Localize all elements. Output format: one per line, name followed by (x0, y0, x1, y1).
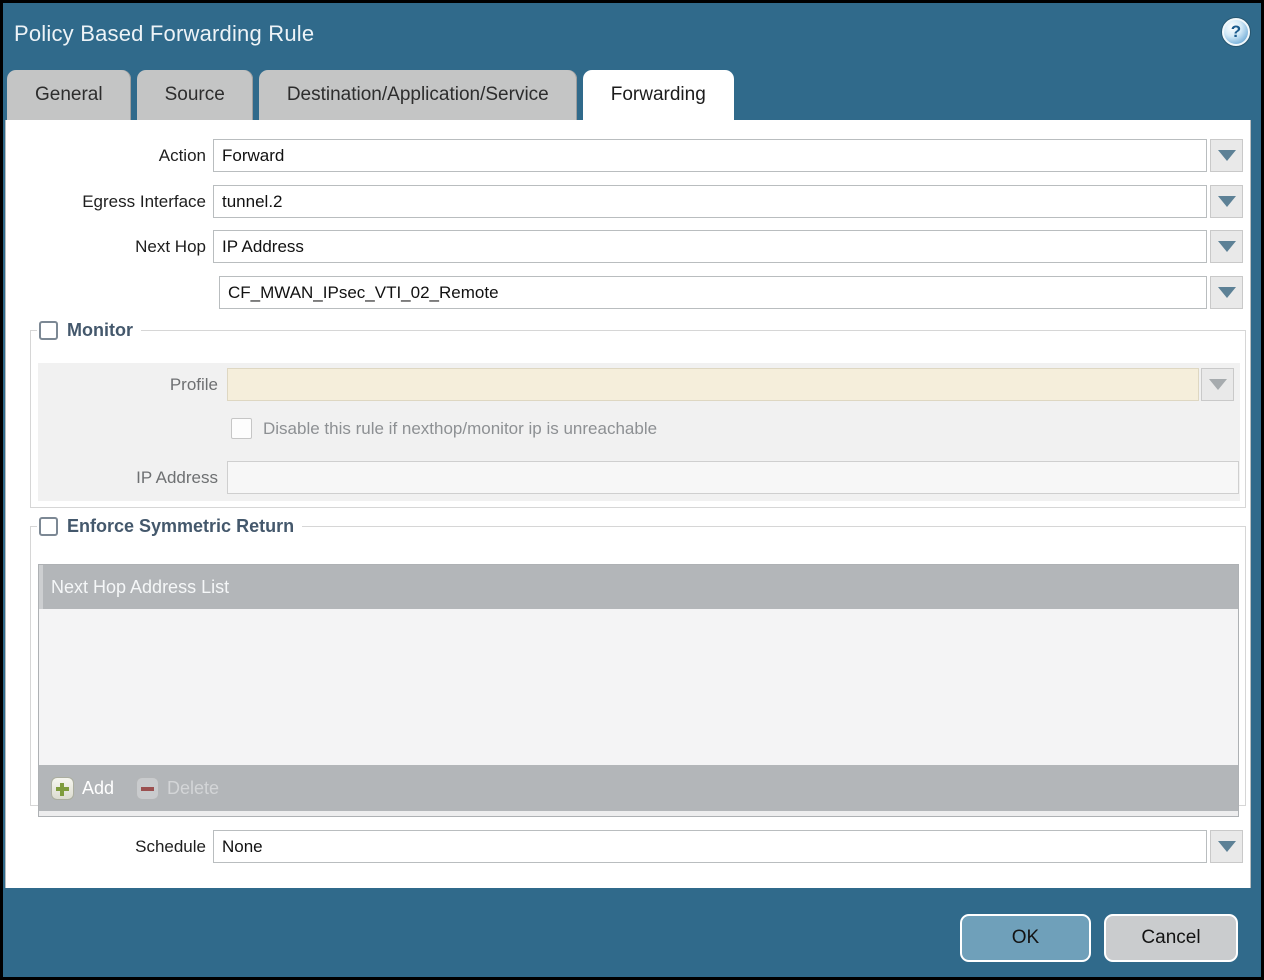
enforce-symmetric-return-label: Enforce Symmetric Return (67, 516, 294, 537)
next-hop-address-input[interactable] (219, 276, 1207, 309)
enforce-symmetric-return-legend: Enforce Symmetric Return (37, 516, 302, 537)
tab-bar: General Source Destination/Application/S… (7, 70, 734, 120)
profile-label: Profile (31, 368, 218, 401)
add-button[interactable]: Add (51, 777, 114, 800)
tab-source[interactable]: Source (137, 70, 253, 120)
tab-general[interactable]: General (7, 70, 131, 120)
chevron-down-icon (1218, 241, 1236, 252)
enforce-symmetric-return-section: Enforce Symmetric Return Next Hop Addres… (30, 516, 1246, 806)
monitor-legend-label: Monitor (67, 320, 133, 341)
dialog-title: Policy Based Forwarding Rule (14, 21, 314, 47)
chevron-down-icon (1218, 150, 1236, 161)
next-hop-address-list-column-header[interactable]: Next Hop Address List (39, 565, 1238, 609)
forwarding-tab-panel: Action Egress Interface Next Hop Monitor… (5, 120, 1251, 888)
action-dropdown-button[interactable] (1210, 139, 1243, 172)
enforce-symmetric-return-checkbox[interactable] (39, 517, 58, 536)
delete-button: Delete (136, 777, 219, 800)
policy-based-forwarding-dialog: Policy Based Forwarding Rule ? General S… (3, 3, 1261, 977)
help-icon[interactable]: ? (1222, 18, 1250, 46)
next-hop-address-dropdown-button[interactable] (1210, 276, 1243, 309)
egress-interface-dropdown-button[interactable] (1210, 185, 1243, 218)
ok-button[interactable]: OK (960, 914, 1091, 962)
cancel-button[interactable]: Cancel (1104, 914, 1238, 962)
next-hop-label: Next Hop (6, 230, 206, 263)
grid-bottom-strip (39, 811, 1238, 816)
chevron-down-icon (1218, 287, 1236, 298)
schedule-dropdown-button[interactable] (1210, 830, 1243, 863)
tab-forwarding[interactable]: Forwarding (583, 70, 734, 120)
monitor-ip-address-label: IP Address (31, 461, 218, 494)
help-glyph: ? (1231, 22, 1241, 42)
monitor-section: Monitor Profile Disable this rule if nex… (30, 320, 1246, 508)
profile-dropdown-button (1201, 368, 1234, 401)
tab-destination-application-service[interactable]: Destination/Application/Service (259, 70, 577, 120)
action-label: Action (6, 139, 206, 172)
disable-rule-label: Disable this rule if nexthop/monitor ip … (263, 418, 657, 440)
schedule-label: Schedule (6, 830, 206, 863)
next-hop-address-grid: Next Hop Address List Add Delete (38, 564, 1239, 817)
add-button-label: Add (82, 778, 114, 799)
profile-input (227, 368, 1199, 401)
delete-button-label: Delete (167, 778, 219, 799)
chevron-down-icon (1209, 379, 1227, 390)
monitor-legend: Monitor (37, 320, 141, 341)
monitor-ip-address-input (227, 461, 1239, 494)
grid-toolbar: Add Delete (39, 765, 1238, 811)
delete-icon (136, 777, 159, 800)
disable-rule-checkbox (231, 418, 252, 439)
egress-interface-label: Egress Interface (6, 185, 206, 218)
chevron-down-icon (1218, 841, 1236, 852)
next-hop-dropdown-button[interactable] (1210, 230, 1243, 263)
next-hop-address-list-body[interactable] (39, 609, 1238, 765)
add-icon (51, 777, 74, 800)
schedule-input[interactable] (213, 830, 1207, 863)
egress-interface-input[interactable] (213, 185, 1207, 218)
action-input[interactable] (213, 139, 1207, 172)
next-hop-type-input[interactable] (213, 230, 1207, 263)
chevron-down-icon (1218, 196, 1236, 207)
monitor-checkbox[interactable] (39, 321, 58, 340)
